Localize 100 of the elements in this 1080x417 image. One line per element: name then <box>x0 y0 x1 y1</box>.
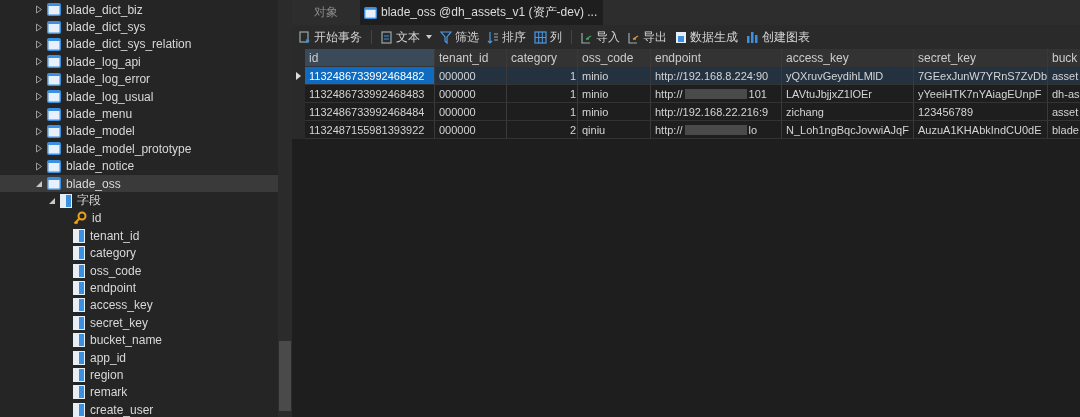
tree-item[interactable]: region <box>0 366 278 384</box>
expand-arrow-icon[interactable] <box>34 74 43 84</box>
current-row-icon <box>296 72 301 80</box>
text-document-icon <box>381 30 393 44</box>
tree-item[interactable]: blade_dict_biz <box>0 1 278 19</box>
table-icon <box>47 177 61 191</box>
tree-item[interactable]: blade_dict_sys <box>0 18 278 36</box>
table-row[interactable]: 1132486733992468483 000000 1 minio http:// 101 LAVtuJbjjxZ1lOEr yYeeiHTK7nYAiagEUnpF dh-as <box>292 85 1080 103</box>
export-icon <box>628 30 640 44</box>
table-cell: 101 <box>748 87 767 100</box>
expand-arrow-icon[interactable] <box>34 92 43 102</box>
tree-item[interactable]: oss_code <box>0 261 278 280</box>
tree-item[interactable]: bucket_name <box>0 331 278 349</box>
import-button[interactable]: 导入 <box>578 28 623 46</box>
filter-icon <box>440 30 452 44</box>
table-cell: 000000 <box>439 105 476 118</box>
table-icon <box>47 107 61 121</box>
column-icon <box>73 333 85 348</box>
expand-arrow-icon[interactable] <box>34 22 43 32</box>
table-cell: blade <box>1052 123 1079 136</box>
table-row[interactable]: 1132487155981393922 000000 2 qiniu http:// lo N_Loh1ngBqcJovwiAJqF AuzuA1KHAbkIndCU0dE blade <box>292 121 1080 139</box>
scrollbar-thumb[interactable] <box>279 341 291 411</box>
table-cell: 000000 <box>439 87 476 100</box>
redacted-block <box>684 88 747 99</box>
column-icon <box>73 263 85 278</box>
grid-icon <box>534 30 547 44</box>
table-cell: minio <box>582 69 609 82</box>
table-cell: 7GEexJunW7YRnS7ZvDb <box>918 69 1047 82</box>
expand-arrow-icon[interactable] <box>34 161 43 171</box>
table-cell: minio <box>582 87 609 100</box>
tab[interactable]: blade_oss @dh_assets_v1 (资产-dev) ... <box>360 0 604 25</box>
tab[interactable]: 对象 <box>296 0 356 25</box>
column-icon <box>73 228 85 243</box>
expand-arrow-icon[interactable] <box>34 57 43 67</box>
tree-item[interactable]: blade_dict_sys_relation <box>0 35 278 54</box>
column-header[interactable]: id <box>305 49 435 67</box>
column-icon <box>73 315 85 330</box>
redacted-block <box>684 124 747 135</box>
table-row[interactable]: 1132486733992468482 000000 1 minio http://192.168.8.224:90 yQXruvGeydihLMlD 7GEexJunW7YRnS7ZvDb asset <box>292 67 1080 85</box>
tree-item[interactable]: id <box>0 209 278 228</box>
key-icon <box>73 211 87 226</box>
tree-item[interactable]: secret_key <box>0 314 278 332</box>
tree-item[interactable]: create_user <box>0 401 278 417</box>
table-cell: dh-as <box>1052 87 1080 100</box>
table-cell: http://192.168.22.216:9 <box>655 105 769 118</box>
caret-icon[interactable] <box>426 35 432 39</box>
table-cell: 000000 <box>439 69 476 82</box>
table-icon <box>47 124 61 138</box>
column-icon <box>73 367 85 382</box>
table-icon <box>47 20 61 34</box>
import-icon <box>581 30 593 44</box>
table-cell: yQXruvGeydihLMlD <box>786 69 884 82</box>
table-cell: 1132486733992468483 <box>309 87 425 100</box>
bar-chart-icon <box>746 30 759 44</box>
tree-item[interactable]: app_id <box>0 348 278 367</box>
column-icon <box>73 402 85 417</box>
table-cell: 2 <box>569 123 576 136</box>
export-button[interactable]: 导出 <box>625 28 670 46</box>
tree-item[interactable]: blade_menu <box>0 105 278 123</box>
table-cell: asset <box>1052 69 1079 82</box>
expand-arrow-icon[interactable] <box>34 126 43 136</box>
expand-arrow-icon[interactable] <box>34 5 43 15</box>
generate-button[interactable]: 数据生成 <box>672 28 741 46</box>
table-cell: http://192.168.8.224:90 <box>655 69 769 82</box>
table-cell: N_Loh1ngBqcJovwiAJqF <box>786 123 909 136</box>
table-cell: 1 <box>569 87 576 100</box>
expand-arrow-icon[interactable] <box>34 144 43 154</box>
tree-item[interactable]: blade_oss <box>0 174 278 193</box>
expand-arrow-icon[interactable] <box>34 39 43 49</box>
expand-arrow-icon[interactable] <box>34 109 43 119</box>
tree-item[interactable]: blade_log_usual <box>0 87 278 106</box>
tree-item[interactable]: access_key <box>0 296 278 315</box>
table-cell: yYeeiHTK7nYAiagEUnpF <box>918 87 1042 100</box>
column-icon <box>73 298 85 313</box>
tree-item[interactable]: blade_notice <box>0 157 278 175</box>
column-icon <box>60 194 72 208</box>
tree-item[interactable]: tenant_id <box>0 227 278 245</box>
table-icon <box>47 142 61 156</box>
filter-button[interactable]: 筛选 <box>437 28 482 46</box>
expand-arrow-icon[interactable] <box>47 197 56 205</box>
table-cell: qiniu <box>582 123 606 136</box>
tree-item[interactable]: remark <box>0 383 278 401</box>
tree-item[interactable]: category <box>0 244 278 262</box>
columns-button[interactable]: 列 <box>531 28 565 46</box>
chart-button[interactable]: 创建图表 <box>743 28 813 46</box>
tree-item[interactable]: blade_model <box>0 122 278 141</box>
tree-item[interactable]: blade_log_api <box>0 53 278 71</box>
tree-item[interactable]: 字段 <box>0 192 278 210</box>
table-cell: 123456789 <box>918 105 974 118</box>
text-button[interactable]: 文本 <box>378 28 435 46</box>
expand-arrow-icon[interactable] <box>34 179 43 188</box>
table-cell: http:// <box>655 87 683 100</box>
table-cell: 1132486733992468482 <box>309 69 425 82</box>
transaction-button[interactable]: 开始事务 <box>296 28 365 46</box>
table-icon <box>47 3 61 17</box>
sort-button[interactable]: 排序 <box>484 28 529 46</box>
tree-item[interactable]: blade_log_error <box>0 70 278 88</box>
tree-item[interactable]: endpoint <box>0 279 278 297</box>
table-row[interactable]: 1132486733992468484 000000 1 minio http://192.168.22.216:9 zichang 123456789 asset <box>292 103 1080 121</box>
tree-item[interactable]: blade_model_prototype <box>0 140 278 158</box>
